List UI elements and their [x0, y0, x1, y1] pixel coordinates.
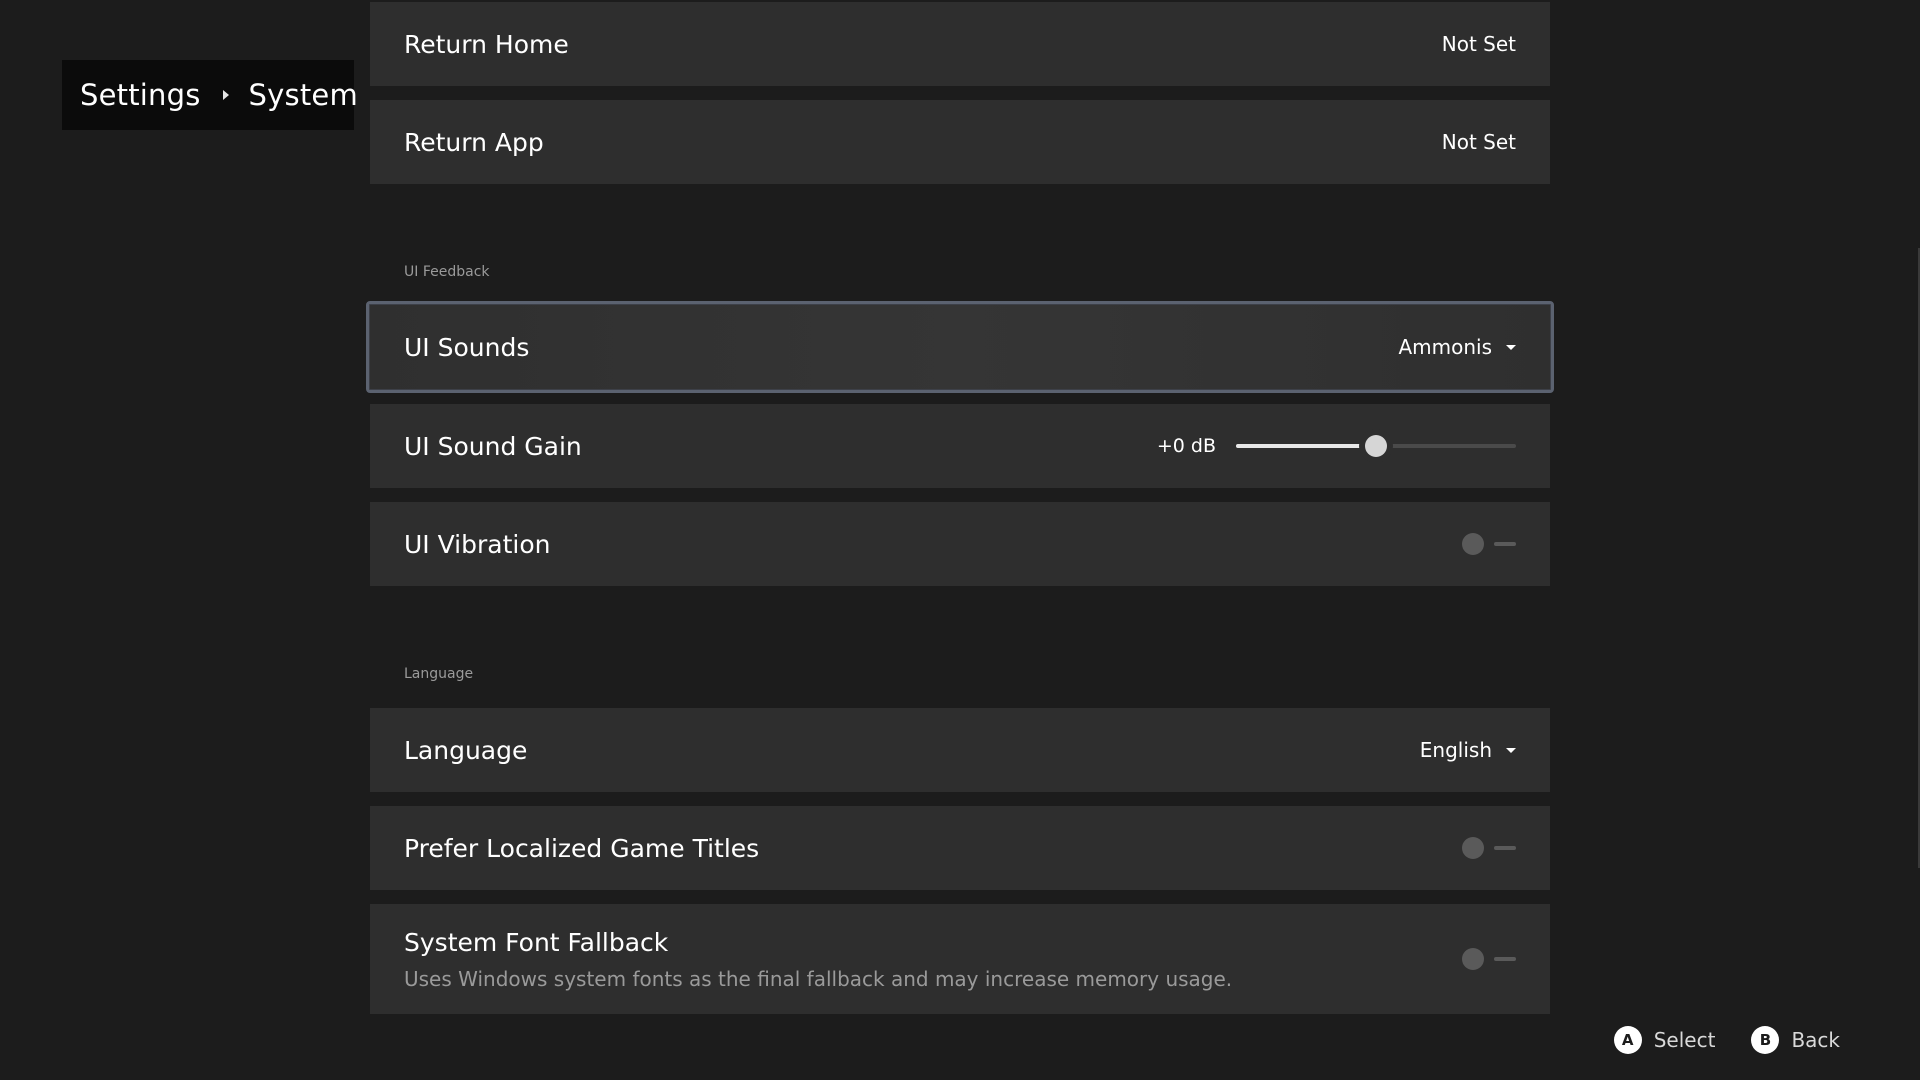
- setting-label: System Font Fallback: [404, 927, 669, 957]
- back-label: Back: [1791, 1028, 1840, 1052]
- caret-down-icon: [1506, 747, 1516, 753]
- setting-return-home[interactable]: Return Home Not Set: [370, 2, 1550, 86]
- slider-fill: [1236, 444, 1376, 448]
- section-header-ui-feedback: UI Feedback: [404, 264, 490, 280]
- setting-label: UI Sounds: [404, 332, 530, 362]
- ui-vibration-toggle[interactable]: [1462, 532, 1516, 556]
- setting-ui-sound-gain[interactable]: UI Sound Gain +0 dB: [370, 404, 1550, 488]
- setting-label: Return App: [404, 127, 544, 157]
- setting-language[interactable]: Language English: [370, 708, 1550, 792]
- language-dropdown[interactable]: English: [1420, 738, 1516, 762]
- setting-label: Language: [404, 735, 528, 765]
- toggle-track: [1494, 957, 1516, 961]
- select-hint[interactable]: A Select: [1613, 1026, 1716, 1054]
- toggle-track: [1494, 846, 1516, 850]
- breadcrumb-root[interactable]: Settings: [80, 78, 201, 112]
- setting-system-font-fallback[interactable]: System Font Fallback Uses Windows system…: [370, 904, 1550, 1014]
- setting-label: UI Sound Gain: [404, 431, 582, 461]
- system-font-fallback-toggle[interactable]: [1462, 947, 1516, 971]
- chevron-right-icon: [222, 90, 229, 100]
- select-label: Select: [1653, 1028, 1716, 1052]
- dropdown-value: English: [1419, 738, 1492, 762]
- section-header-language: Language: [404, 666, 474, 682]
- setting-text-group: System Font Fallback Uses Windows system…: [404, 928, 1232, 991]
- toggle-knob: [1462, 837, 1484, 859]
- breadcrumb: Settings System: [62, 60, 358, 130]
- gain-slider[interactable]: [1236, 434, 1516, 458]
- caret-down-icon: [1506, 344, 1516, 350]
- gain-value: +0 dB: [1156, 435, 1216, 457]
- setting-value: Not Set: [1441, 130, 1516, 154]
- setting-return-app[interactable]: Return App Not Set: [370, 100, 1550, 184]
- settings-page: Settings System Return Home Not Set Retu…: [0, 0, 1920, 1080]
- setting-label: Prefer Localized Game Titles: [404, 833, 760, 863]
- setting-label: UI Vibration: [404, 529, 551, 559]
- button-hints: A Select B Back: [1578, 1026, 1840, 1054]
- breadcrumb-current: System: [248, 78, 358, 112]
- gain-control: +0 dB: [1157, 434, 1516, 458]
- dropdown-value: Ammonis: [1398, 335, 1492, 359]
- setting-prefer-localized-titles[interactable]: Prefer Localized Game Titles: [370, 806, 1550, 890]
- setting-ui-sounds[interactable]: UI Sounds Ammonis: [366, 301, 1554, 393]
- setting-ui-vibration[interactable]: UI Vibration: [370, 502, 1550, 586]
- toggle-knob: [1462, 948, 1484, 970]
- setting-label: Return Home: [404, 29, 569, 59]
- setting-value: Not Set: [1441, 32, 1516, 56]
- slider-thumb[interactable]: [1365, 435, 1387, 457]
- a-button-icon: A: [1613, 1026, 1642, 1054]
- back-hint[interactable]: B Back: [1751, 1026, 1840, 1054]
- ui-sounds-dropdown[interactable]: Ammonis: [1398, 335, 1516, 359]
- setting-description: Uses Windows system fonts as the final f…: [404, 966, 1233, 991]
- prefer-localized-toggle[interactable]: [1462, 836, 1516, 860]
- toggle-knob: [1462, 533, 1484, 555]
- toggle-track: [1494, 542, 1516, 546]
- b-button-icon: B: [1751, 1026, 1780, 1054]
